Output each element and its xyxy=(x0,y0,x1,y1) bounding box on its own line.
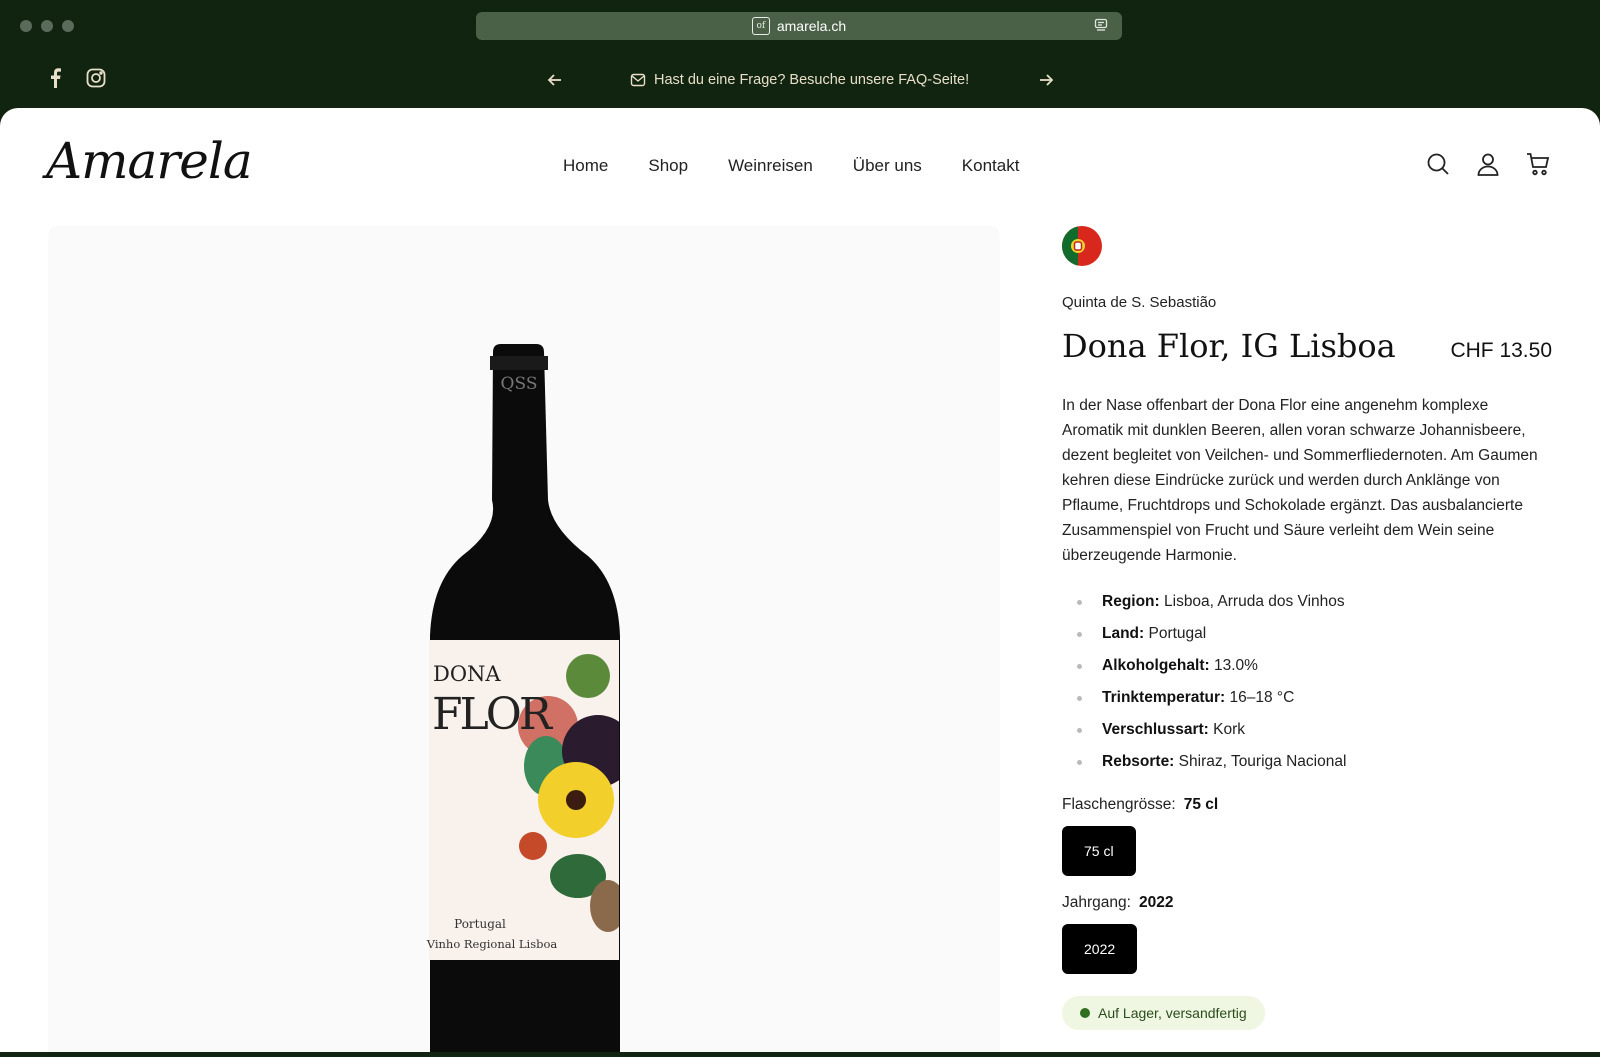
product-description: In der Nase offenbart der Dona Flor eine… xyxy=(1062,397,1538,564)
bottle-size-label: Flaschengrösse: 75 cl xyxy=(1062,796,1552,814)
spec-label: Region: xyxy=(1102,593,1160,610)
portugal-flag-icon xyxy=(1062,226,1102,266)
stock-text: Auf Lager, versandfertig xyxy=(1098,1005,1247,1021)
label-line1: DONA xyxy=(433,662,501,686)
search-icon[interactable] xyxy=(1426,152,1450,176)
nav-weinreisen[interactable]: Weinreisen xyxy=(728,156,813,176)
product-title: Dona Flor, IG Lisboa xyxy=(1062,327,1396,365)
spec-label: Rebsorte: xyxy=(1102,753,1175,770)
zoom-window-dot[interactable] xyxy=(62,20,74,32)
bottle-size-selected: 75 cl xyxy=(1183,796,1219,813)
minimize-window-dot[interactable] xyxy=(41,20,53,32)
product-image-panel[interactable]: QSS DONA FLOR Portugal Vinho Regional Li… xyxy=(48,226,1000,1052)
mail-icon xyxy=(630,73,646,87)
header-icons xyxy=(1426,152,1550,176)
account-icon[interactable] xyxy=(1476,152,1500,176)
browser-chrome: of amarela.ch Hast du eine Frage? Besuch… xyxy=(0,0,1600,108)
announcement-text: Hast du eine Frage? Besuche unsere FAQ-S… xyxy=(654,72,970,88)
nav-kontakt[interactable]: Kontakt xyxy=(962,156,1020,176)
title-row: Dona Flor, IG Lisboa CHF 13.50 xyxy=(1062,327,1552,365)
stock-status-dot xyxy=(1080,1008,1090,1018)
window-controls[interactable] xyxy=(20,20,74,32)
social-links xyxy=(48,68,106,88)
reader-mode-icon[interactable] xyxy=(1094,18,1108,33)
favicon-icon: of xyxy=(751,17,770,35)
product-info: Quinta de S. Sebastião Dona Flor, IG Lis… xyxy=(1062,226,1552,1030)
facebook-icon[interactable] xyxy=(48,68,62,88)
vintage-caption: Jahrgang: xyxy=(1062,894,1131,911)
label-line2: FLOR xyxy=(432,689,554,740)
spec-label: Trinktemperatur: xyxy=(1102,689,1226,706)
arrow-left-icon[interactable] xyxy=(545,70,565,90)
spec-value: Shiraz, Touriga Nacional xyxy=(1178,753,1347,770)
page-content: Amarela Home Shop Weinreisen Über uns Ko… xyxy=(0,108,1600,1052)
stock-badge: Auf Lager, versandfertig xyxy=(1062,996,1265,1030)
spec-label: Land: xyxy=(1102,625,1145,642)
spec-value: 13.0% xyxy=(1213,657,1258,674)
spec-value: Lisboa, Arruda dos Vinhos xyxy=(1164,593,1345,610)
spec-value: 16–18 °C xyxy=(1229,689,1295,706)
site-logo[interactable]: Amarela xyxy=(46,132,253,190)
spec-value: Portugal xyxy=(1148,625,1207,642)
spec-value: Kork xyxy=(1213,721,1246,738)
vintage-label: Jahrgang: 2022 xyxy=(1062,894,1552,912)
label-line3: Portugal xyxy=(454,917,506,931)
spec-list: Region: Lisboa, Arruda dos Vinhos Land: … xyxy=(1062,586,1552,778)
main-nav: Home Shop Weinreisen Über uns Kontakt xyxy=(563,156,1019,176)
nav-shop[interactable]: Shop xyxy=(648,156,688,176)
spec-item: Alkoholgehalt: 13.0% xyxy=(1062,650,1552,682)
url-text: amarela.ch xyxy=(776,18,847,34)
spec-item: Verschlussart: Kork xyxy=(1062,714,1552,746)
vintage-option[interactable]: 2022 xyxy=(1062,924,1138,974)
announcement-message[interactable]: Hast du eine Frage? Besuche unsere FAQ-S… xyxy=(630,72,969,88)
spec-item: Rebsorte: Shiraz, Touriga Nacional xyxy=(1062,746,1552,778)
product-price: CHF 13.50 xyxy=(1450,339,1552,362)
spec-item: Land: Portugal xyxy=(1062,618,1552,650)
wine-bottle-image: QSS DONA FLOR Portugal Vinho Regional Li… xyxy=(426,344,620,1052)
close-window-dot[interactable] xyxy=(20,20,32,32)
spec-item: Region: Lisboa, Arruda dos Vinhos xyxy=(1062,586,1552,618)
spec-label: Verschlussart: xyxy=(1102,721,1209,738)
label-line4: Vinho Regional Lisboa xyxy=(426,937,558,951)
announcement-bar: Hast du eine Frage? Besuche unsere FAQ-S… xyxy=(0,60,1600,102)
bottle-size-caption: Flaschengrösse: xyxy=(1062,796,1176,813)
producer-name[interactable]: Quinta de S. Sebastião xyxy=(1062,294,1552,311)
nav-home[interactable]: Home xyxy=(563,156,608,176)
spec-item: Trinktemperatur: 16–18 °C xyxy=(1062,682,1552,714)
address-bar[interactable]: of amarela.ch xyxy=(476,12,1122,40)
vintage-selected: 2022 xyxy=(1138,894,1174,911)
instagram-icon[interactable] xyxy=(86,68,106,88)
cart-icon[interactable] xyxy=(1526,152,1550,176)
spec-label: Alkoholgehalt: xyxy=(1102,657,1210,674)
arrow-right-icon[interactable] xyxy=(1036,70,1056,90)
bottle-size-option[interactable]: 75 cl xyxy=(1062,826,1136,876)
capsule-text: QSS xyxy=(501,374,538,394)
nav-ueber-uns[interactable]: Über uns xyxy=(853,156,922,176)
